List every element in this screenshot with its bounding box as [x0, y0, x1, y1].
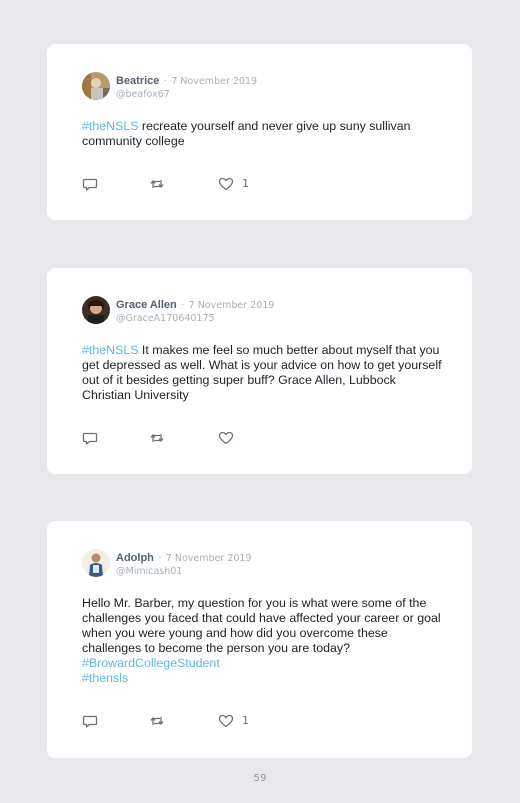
tweet-card: Grace Allen · 7 November 2019 @GraceA170…: [47, 268, 472, 474]
author-handle[interactable]: @GraceA170640175: [116, 312, 274, 325]
hashtag-link[interactable]: #theNSLS: [82, 343, 138, 357]
reply-icon[interactable]: [82, 713, 98, 729]
author-info: Adolph · 7 November 2019 @Mimicash01: [116, 550, 252, 578]
like-icon[interactable]: [218, 430, 234, 446]
meta-separator: ·: [158, 553, 162, 564]
like-count: 1: [242, 714, 249, 727]
tweet-card: Adolph · 7 November 2019 @Mimicash01 Hel…: [47, 521, 472, 758]
tweet-actions: 1: [82, 713, 282, 729]
tweet-actions: [82, 430, 282, 446]
reply-icon[interactable]: [82, 176, 98, 192]
meta-separator: ·: [163, 76, 167, 87]
tweet-header: Adolph · 7 November 2019 @Mimicash01: [82, 549, 442, 579]
post-date: 7 November 2019: [188, 300, 275, 311]
tweet-text: Hello Mr. Barber, my question for you is…: [82, 596, 447, 686]
author-handle[interactable]: @Mimicash01: [116, 565, 252, 578]
tweet-card: Beatrice · 7 November 2019 @beafox67 #th…: [47, 44, 472, 220]
like-icon[interactable]: [218, 713, 234, 729]
hashtag-link[interactable]: #theNSLS: [82, 119, 138, 133]
tweet-text: #theNSLS It makes me feel so much better…: [82, 343, 447, 403]
post-date: 7 November 2019: [165, 553, 252, 564]
tweet-header: Grace Allen · 7 November 2019 @GraceA170…: [82, 296, 442, 326]
avatar[interactable]: [82, 72, 110, 100]
like-count: 1: [242, 177, 249, 190]
tweet-text-segment: Hello Mr. Barber, my question for you is…: [82, 596, 441, 655]
hashtag-link[interactable]: #BrowardCollegeStudent: [82, 656, 220, 670]
meta-separator: ·: [181, 300, 185, 311]
author-info: Grace Allen · 7 November 2019 @GraceA170…: [116, 297, 274, 325]
like-icon[interactable]: [218, 176, 234, 192]
retweet-icon[interactable]: [149, 713, 165, 729]
avatar[interactable]: [82, 549, 110, 577]
reply-icon[interactable]: [82, 430, 98, 446]
author-name[interactable]: Adolph: [116, 552, 154, 564]
tweet-actions: 1: [82, 176, 282, 192]
post-date: 7 November 2019: [171, 76, 258, 87]
avatar[interactable]: [82, 296, 110, 324]
author-info: Beatrice · 7 November 2019 @beafox67: [116, 73, 257, 101]
retweet-icon[interactable]: [149, 176, 165, 192]
retweet-icon[interactable]: [149, 430, 165, 446]
page-number: 59: [253, 773, 267, 784]
author-name[interactable]: Grace Allen: [116, 299, 177, 311]
hashtag-link[interactable]: #thensls: [82, 671, 128, 685]
tweet-text: #theNSLS recreate yourself and never giv…: [82, 119, 447, 149]
author-name[interactable]: Beatrice: [116, 75, 159, 87]
tweet-header: Beatrice · 7 November 2019 @beafox67: [82, 72, 442, 102]
author-handle[interactable]: @beafox67: [116, 88, 257, 101]
